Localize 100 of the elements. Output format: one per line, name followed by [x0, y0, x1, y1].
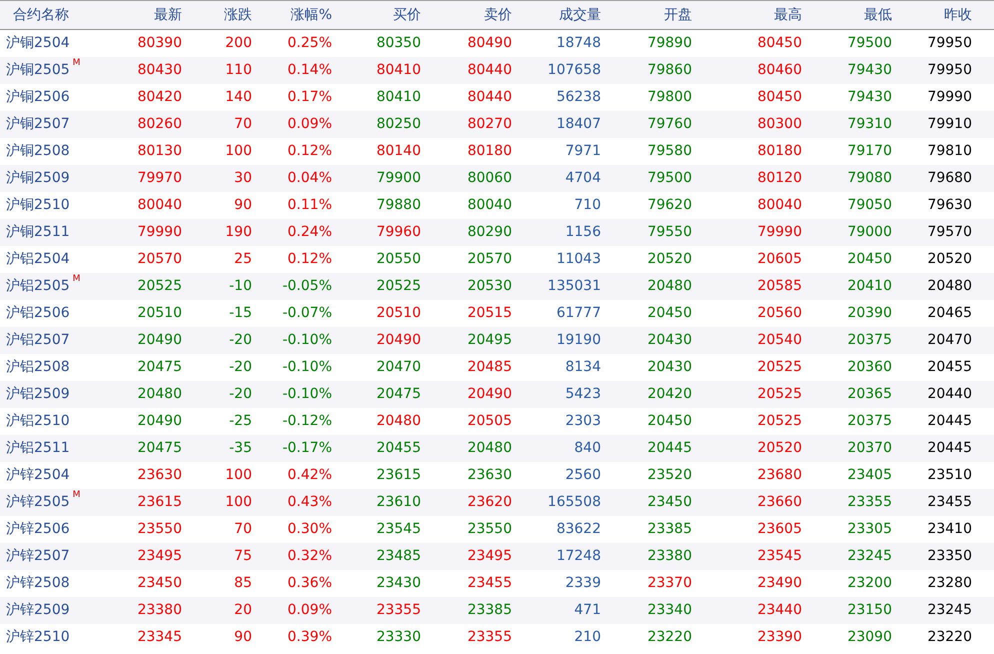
table-cell-text: 4704 [564, 169, 601, 188]
column-header[interactable]: 最新 [130, 4, 182, 26]
table-cell-text: 20540 [756, 331, 802, 350]
table-cell-text: 20375 [846, 412, 892, 431]
contract-name: 沪铜2508 [6, 142, 70, 161]
contract-name: 沪锌2504 [6, 466, 70, 485]
table-cell-text: 80440 [466, 61, 512, 80]
table-row[interactable]: 沪铜2509 79970 30 0.04% 79900 80060 4704 79500 80120 79080 79680 [0, 165, 994, 192]
table-row[interactable]: 沪锌2507 23495 75 0.32% 23485 23495 17248 23380 23545 23245 23350 [0, 543, 994, 570]
table-cell-text: 79500 [846, 34, 892, 53]
table-cell-text: -35 [228, 439, 252, 458]
contract-name: 沪铜2506 [6, 88, 70, 107]
table-cell-text: 61777 [555, 304, 601, 323]
table-cell-text: 0.43% [286, 493, 332, 512]
table-cell-text: 80460 [756, 61, 802, 80]
table-cell-text: 80250 [375, 115, 421, 134]
table-cell-text: 18407 [555, 115, 601, 134]
table-row[interactable]: 沪锌2505 M 23615 100 0.43% 23610 23620 165508 23450 23660 23355 23455 [0, 489, 994, 516]
table-cell-text: 79970 [136, 169, 182, 188]
table-cell-text: 79310 [846, 115, 892, 134]
table-cell-text: 79760 [646, 115, 692, 134]
table-cell-text: 79080 [846, 169, 892, 188]
table-cell-text: 190 [224, 223, 252, 242]
table-cell-text: 80440 [466, 88, 512, 107]
table-cell-text: 0.32% [286, 547, 332, 566]
column-header[interactable]: 开盘 [601, 4, 692, 26]
table-cell-text: 110 [224, 61, 252, 80]
table-cell-text: -10 [228, 277, 252, 296]
column-header[interactable]: 最高 [692, 4, 802, 26]
table-cell-text: 80130 [136, 142, 182, 161]
column-header[interactable]: 卖价 [421, 4, 512, 26]
table-cell-text: 23545 [375, 520, 421, 539]
table-row[interactable]: 沪铝2511 20475 -35 -0.17% 20455 20480 840 20445 20520 20370 20445 [0, 435, 994, 462]
table-cell-text: 25 [233, 250, 252, 269]
table-cell-text: -0.05% [281, 277, 332, 296]
main-contract-label: M [72, 57, 80, 70]
contract-name: 沪铜2507 [6, 115, 70, 134]
table-cell-text: 0.11% [286, 196, 332, 215]
table-cell-text: 23455 [926, 493, 972, 512]
table-cell-text: 23495 [466, 547, 512, 566]
table-cell-text: 20480 [466, 439, 512, 458]
table-cell-text: 20525 [756, 385, 802, 404]
table-cell-text: 30 [233, 169, 252, 188]
column-header[interactable]: 成交量 [512, 4, 601, 26]
table-cell-text: 0.09% [286, 601, 332, 620]
table-cell-text: 23370 [646, 574, 692, 593]
table-cell-text: 23355 [846, 493, 892, 512]
column-header[interactable]: 买价 [332, 4, 421, 26]
table-cell-text: 23280 [926, 574, 972, 593]
table-cell-text: 80140 [375, 142, 421, 161]
contract-name: 沪铝2504 [6, 250, 70, 269]
table-cell-text: 17248 [555, 547, 601, 566]
table-cell-text: 80490 [466, 34, 512, 53]
contract-name: 沪铝2508 [6, 358, 70, 377]
table-row[interactable]: 沪铜2505 M 80430 110 0.14% 80410 80440 107658 79860 80460 79430 79950 [0, 57, 994, 84]
column-header[interactable]: 合约名称 [0, 4, 130, 26]
table-cell-text: 23245 [846, 547, 892, 566]
table-row[interactable]: 沪铝2509 20480 -20 -0.10% 20475 20490 5423 20420 20525 20365 20440 [0, 381, 994, 408]
table-row[interactable]: 沪铝2505 M 20525 -10 -0.05% 20525 20530 135031 20480 20585 20410 20480 [0, 273, 994, 300]
table-cell-text: 23340 [646, 601, 692, 620]
table-row[interactable]: 沪铜2511 79990 190 0.24% 79960 80290 1156 79550 79990 79000 79570 [0, 219, 994, 246]
table-cell-text: 20490 [375, 331, 421, 350]
column-header[interactable]: 涨跌 [182, 4, 252, 26]
table-cell-text: 80260 [136, 115, 182, 134]
contract-name: 沪铝2505 [6, 277, 70, 296]
table-cell-text: 80420 [136, 88, 182, 107]
table-cell-text: 20520 [926, 250, 972, 269]
table-cell-text: 23405 [846, 466, 892, 485]
table-cell-text: 23345 [136, 628, 182, 647]
table-cell-text: 23390 [756, 628, 802, 647]
table-cell-text: 79900 [375, 169, 421, 188]
table-cell-text: 19190 [555, 331, 601, 350]
table-cell-text: -0.12% [281, 412, 332, 431]
table-cell-text: 80410 [375, 61, 421, 80]
table-cell-text: 80410 [375, 88, 421, 107]
table-cell-text: 20420 [646, 385, 692, 404]
contract-name: 沪铜2504 [6, 34, 70, 53]
table-row[interactable]: 沪铝2507 20490 -20 -0.10% 20490 20495 19190 20430 20540 20375 20470 [0, 327, 994, 354]
table-cell-text: 20440 [926, 385, 972, 404]
table-row[interactable]: 沪锌2509 23380 20 0.09% 23355 23385 471 23340 23440 23150 23245 [0, 597, 994, 624]
table-cell-text: 20510 [375, 304, 421, 323]
table-cell-text: 20480 [926, 277, 972, 296]
table-cell-text: 80450 [756, 88, 802, 107]
table-cell-text: 0.12% [286, 142, 332, 161]
table-cell-text: 0.42% [286, 466, 332, 485]
table-row[interactable]: 沪铜2507 80260 70 0.09% 80250 80270 18407 79760 80300 79310 79910 [0, 111, 994, 138]
table-cell-text: 20475 [375, 385, 421, 404]
table-cell-text: 20445 [926, 412, 972, 431]
table-cell-text: 20480 [646, 277, 692, 296]
column-header[interactable]: 最低 [802, 4, 892, 26]
table-cell-text: 79430 [846, 88, 892, 107]
contract-name: 沪铜2510 [6, 196, 70, 215]
table-cell-text: 80350 [375, 34, 421, 53]
table-cell-text: 0.04% [286, 169, 332, 188]
table-cell-text: 20475 [136, 439, 182, 458]
column-header[interactable]: 涨幅% [252, 4, 332, 26]
table-cell-text: 0.30% [286, 520, 332, 539]
column-header[interactable]: 昨收 [892, 4, 972, 26]
table-cell-text: 23550 [466, 520, 512, 539]
table-cell-text: 135031 [546, 277, 601, 296]
